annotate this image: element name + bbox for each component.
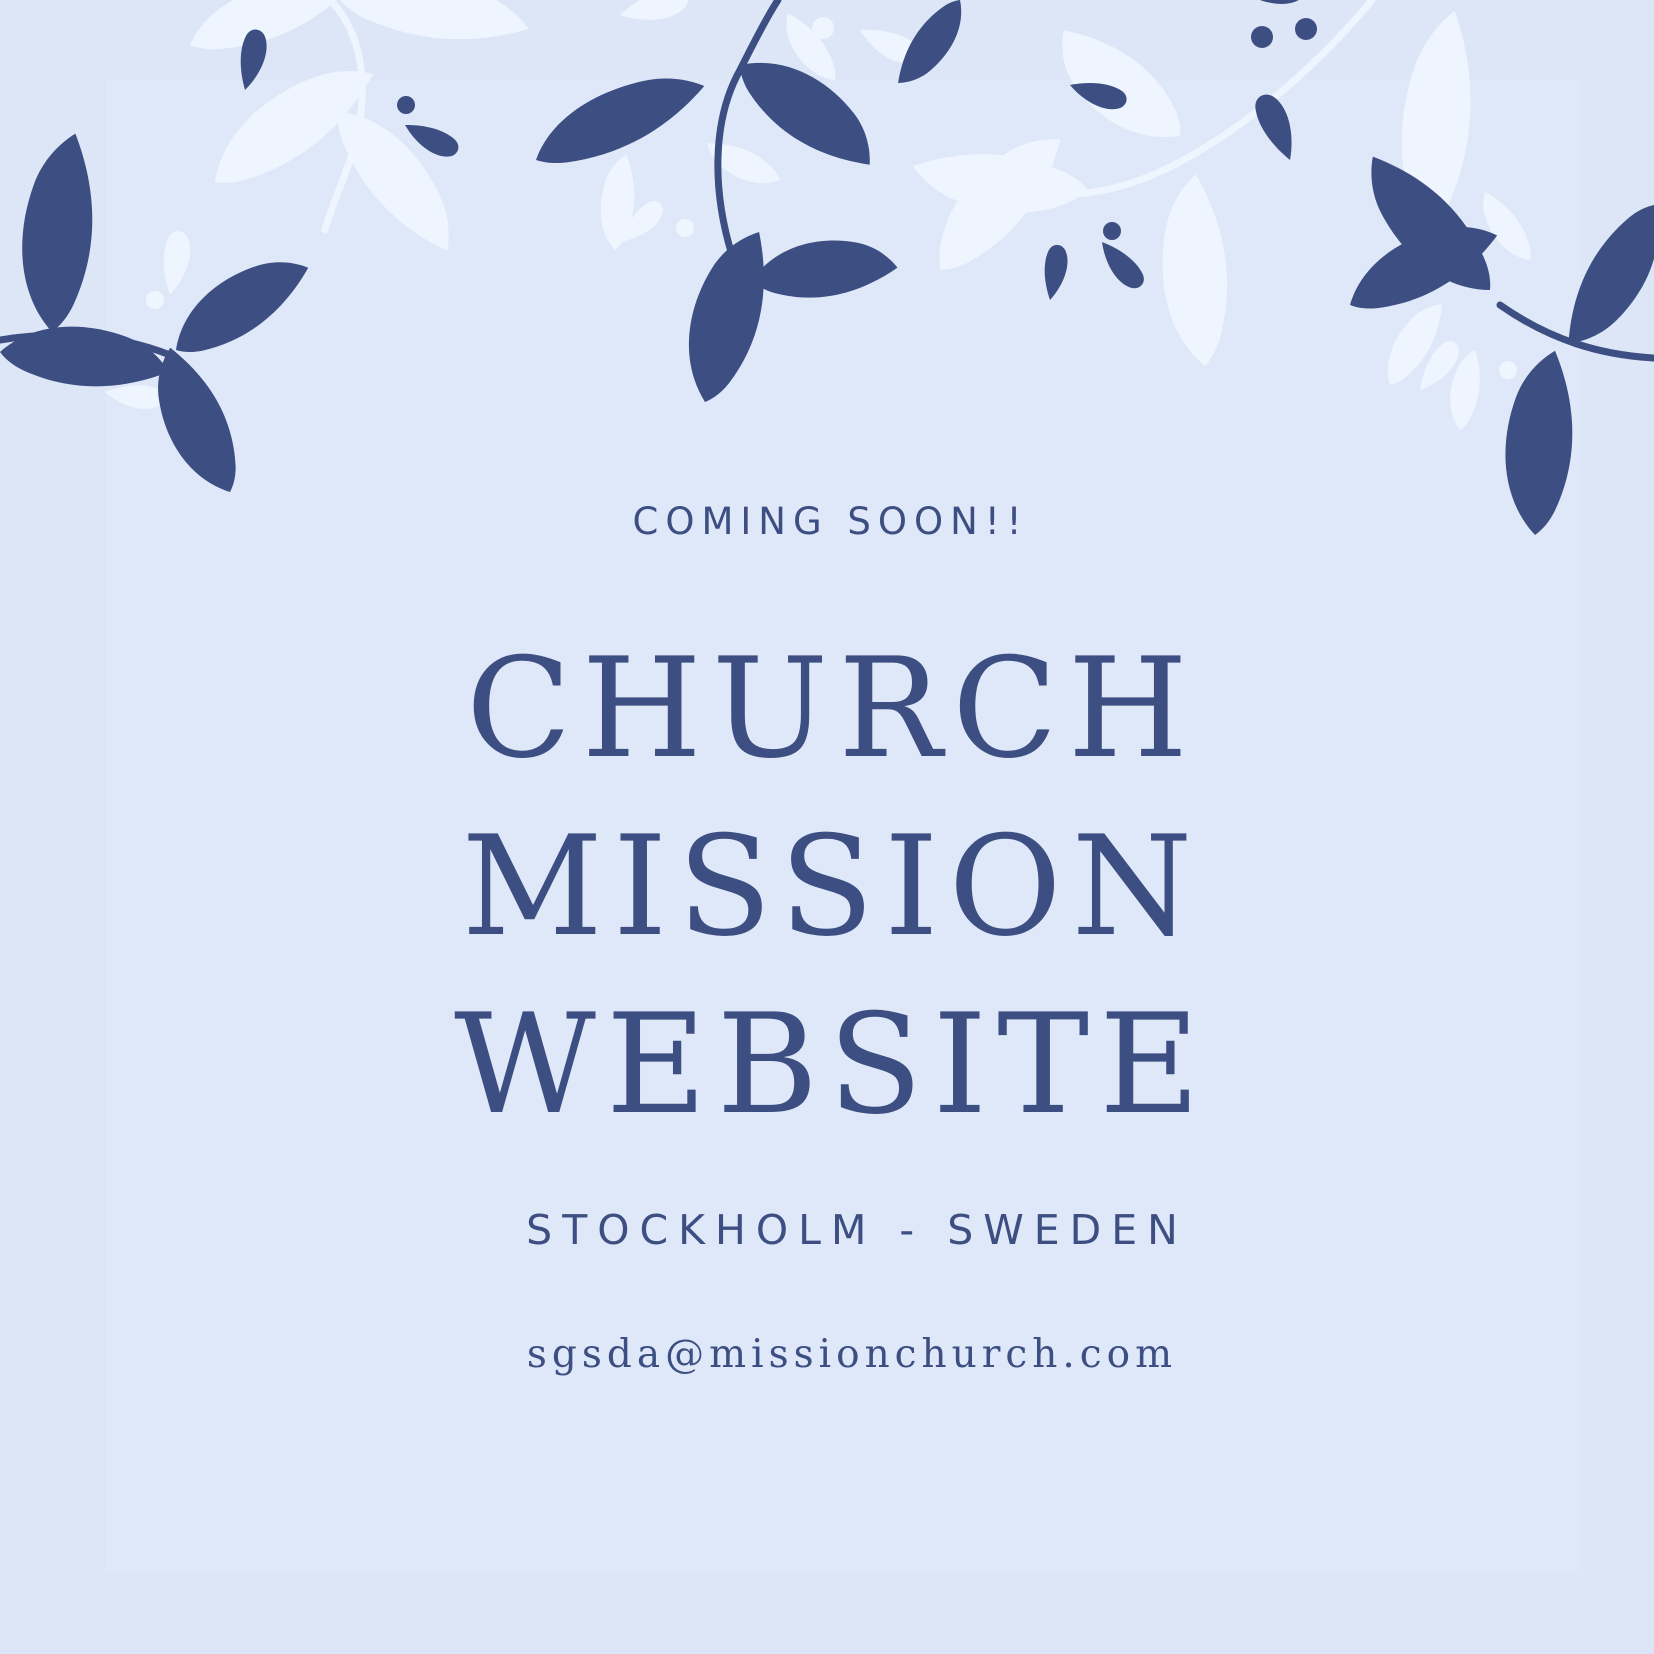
leaf-branch-icon bbox=[0, 0, 1654, 539]
title-line-3: WEBSITE bbox=[454, 984, 1210, 1145]
location-text: STOCKHOLM - SWEDEN bbox=[526, 1206, 1188, 1254]
title-line-1: CHURCH bbox=[465, 628, 1199, 789]
title-line-2: MISSION bbox=[461, 806, 1203, 967]
coming-soon-text: COMING SOON!! bbox=[632, 500, 1029, 543]
email-address: sgsda@missionchurch.com bbox=[526, 1332, 1178, 1377]
light-leaves bbox=[105, 0, 1535, 432]
dark-leaves bbox=[0, 0, 1654, 539]
